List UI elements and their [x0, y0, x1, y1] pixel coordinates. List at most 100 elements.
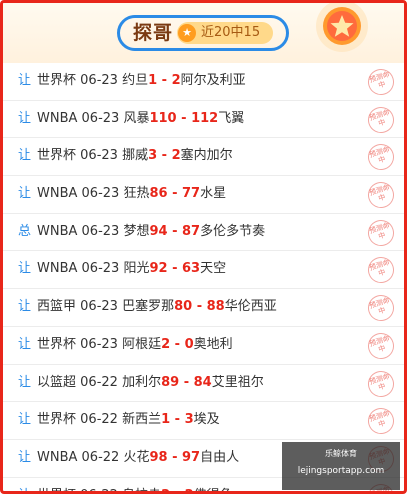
tipster-card: 探哥 ★ 近20中15 让世界杯 06-23 约旦1 - 2阿尔及利亚 预测命中让… — [0, 0, 407, 494]
score-separator: - — [170, 488, 184, 491]
match-info: 以篮超 06-22 加利尔89 - 84艾里祖尔 — [37, 365, 264, 402]
prediction-hit-stamp-icon: 预测命中 — [364, 404, 398, 438]
home-team: 巴塞罗那 — [122, 299, 175, 315]
away-score: 88 — [206, 299, 225, 315]
match-date: 06-22 — [81, 449, 120, 465]
score-separator: - — [157, 73, 172, 88]
pick-type: 让 — [18, 336, 32, 352]
away-team: 佛得角 — [194, 488, 233, 491]
prediction-hit-stamp-icon: 预测命中 — [364, 178, 398, 212]
league-name: WNBA — [37, 261, 78, 277]
match-row[interactable]: 让 WNBA 06-23 风暴110 - 112飞翼 预测命中 — [3, 101, 404, 139]
prediction-hit-stamp-icon: 预测命中 — [364, 291, 398, 325]
home-team: 加利尔 — [122, 374, 162, 390]
match-date: 06-23 — [80, 148, 118, 164]
away-score: 87 — [182, 223, 201, 239]
league-name: WNBA — [37, 449, 78, 465]
league-name: WNBA — [37, 110, 78, 126]
away-score: 0 — [184, 336, 194, 352]
away-score: 3 — [184, 412, 194, 428]
away-score: 77 — [182, 186, 201, 202]
prediction-hit-stamp-icon: 预测命中 — [364, 140, 398, 174]
away-team: 奥地利 — [193, 336, 233, 352]
home-score: 94 — [149, 223, 168, 239]
tipster-name[interactable]: 探哥 — [133, 20, 173, 46]
match-date: 06-22 — [80, 412, 118, 428]
score-separator: - — [167, 186, 183, 202]
match-date: 06-23 — [81, 261, 120, 277]
match-date: 06-22 — [80, 488, 118, 491]
match-info: 世界杯 06-23 约旦1 - 2阿尔及利亚 — [37, 63, 246, 100]
away-score: 2 — [185, 488, 194, 491]
home-score: 3 — [148, 148, 158, 164]
medal-star-icon — [316, 3, 368, 52]
home-team: 阿根廷 — [122, 336, 162, 352]
match-row[interactable]: 让世界杯 06-23 约旦1 - 2阿尔及利亚 预测命中 — [3, 63, 404, 101]
away-team: 阿尔及利亚 — [180, 73, 246, 88]
score-separator: - — [167, 449, 183, 465]
match-date: 06-23 — [80, 336, 118, 352]
league-name: 世界杯 — [37, 73, 77, 88]
prediction-hit-stamp-icon: 预测命中 — [364, 254, 398, 287]
prediction-hit-stamp-icon: 预测命中 — [364, 103, 398, 137]
away-team: 多伦多节奏 — [200, 223, 266, 239]
score-separator: - — [170, 336, 185, 352]
away-team: 飞翼 — [218, 110, 245, 126]
hit-rate-badge: ★ 近20中15 — [177, 22, 273, 44]
home-team: 狂热 — [123, 186, 150, 202]
away-team: 华伦西亚 — [224, 299, 277, 315]
pick-type: 让 — [18, 299, 32, 315]
home-score: 2 — [161, 336, 171, 352]
league-name: 世界杯 — [37, 412, 77, 428]
away-score: 112 — [191, 110, 219, 126]
tipster-header: 探哥 ★ 近20中15 — [3, 3, 404, 63]
match-row[interactable]: 让以篮超 06-22 加利尔89 - 84艾里祖尔 预测命中 — [3, 365, 404, 403]
pick-type: 让 — [18, 148, 32, 164]
prediction-hit-stamp-icon: 预测命中 — [364, 329, 398, 363]
home-team: 约旦 — [122, 73, 149, 88]
home-score: 86 — [149, 186, 168, 202]
match-row[interactable]: 让世界杯 06-23 挪威3 - 2塞内加尔 预测命中 — [3, 138, 404, 177]
match-info: 世界杯 06-22 新西兰1 - 3埃及 — [37, 402, 220, 439]
match-info: WNBA 06-23 梦想94 - 87多伦多节奏 — [37, 214, 265, 251]
home-team: 梦想 — [123, 223, 150, 239]
home-score: 1 — [148, 73, 158, 88]
home-score: 92 — [149, 261, 168, 277]
match-row[interactable]: 总 WNBA 06-23 梦想94 - 87多伦多节奏 预测命中 — [3, 214, 404, 252]
pick-type: 让 — [18, 412, 32, 428]
match-history-list: 让世界杯 06-23 约旦1 - 2阿尔及利亚 预测命中让 WNBA 06-23 风… — [3, 63, 404, 491]
score-separator: - — [192, 299, 207, 315]
away-team: 天空 — [200, 261, 227, 277]
match-row[interactable]: 让世界杯 06-23 阿根廷2 - 0奥地利 预测命中 — [3, 327, 404, 365]
home-score: 80 — [174, 299, 193, 315]
match-date: 06-23 — [80, 73, 118, 88]
away-score: 2 — [171, 148, 181, 164]
star-icon: ★ — [178, 24, 196, 42]
prediction-hit-stamp-icon: 预测命中 — [364, 65, 398, 99]
home-team: 阳光 — [123, 261, 150, 277]
away-team: 艾里祖尔 — [211, 374, 264, 390]
away-team: 塞内加尔 — [180, 148, 233, 164]
score-separator: - — [170, 412, 185, 428]
away-team: 埃及 — [193, 412, 220, 428]
home-team: 新西兰 — [122, 412, 162, 428]
home-score: 98 — [149, 449, 168, 465]
pick-type: 让 — [18, 186, 32, 202]
match-info: WNBA 06-23 阳光92 - 63天空 — [37, 251, 226, 288]
pick-type: 让 — [18, 261, 32, 277]
match-row[interactable]: 让 WNBA 06-23 阳光92 - 63天空 预测命中 — [3, 251, 404, 290]
match-row[interactable]: 让世界杯 06-22 新西兰1 - 3埃及 预测命中 — [3, 402, 404, 440]
match-date: 06-23 — [81, 186, 120, 202]
pick-type: 让 — [18, 449, 32, 465]
match-row[interactable]: 让 WNBA 06-23 狂热86 - 77水星 预测命中 — [3, 176, 404, 214]
match-info: 西篮甲 06-23 巴塞罗那80 - 88华伦西亚 — [37, 289, 277, 326]
away-score: 84 — [193, 374, 212, 390]
away-score: 97 — [182, 449, 201, 465]
away-team: 水星 — [200, 186, 227, 202]
pick-type: 让 — [18, 110, 32, 126]
pick-type: 总 — [18, 223, 32, 239]
match-row[interactable]: 让西篮甲 06-23 巴塞罗那80 - 88华伦西亚 预测命中 — [3, 289, 404, 327]
pick-type: 让 — [18, 73, 32, 88]
league-name: WNBA — [37, 186, 78, 202]
score-separator: - — [167, 223, 183, 239]
